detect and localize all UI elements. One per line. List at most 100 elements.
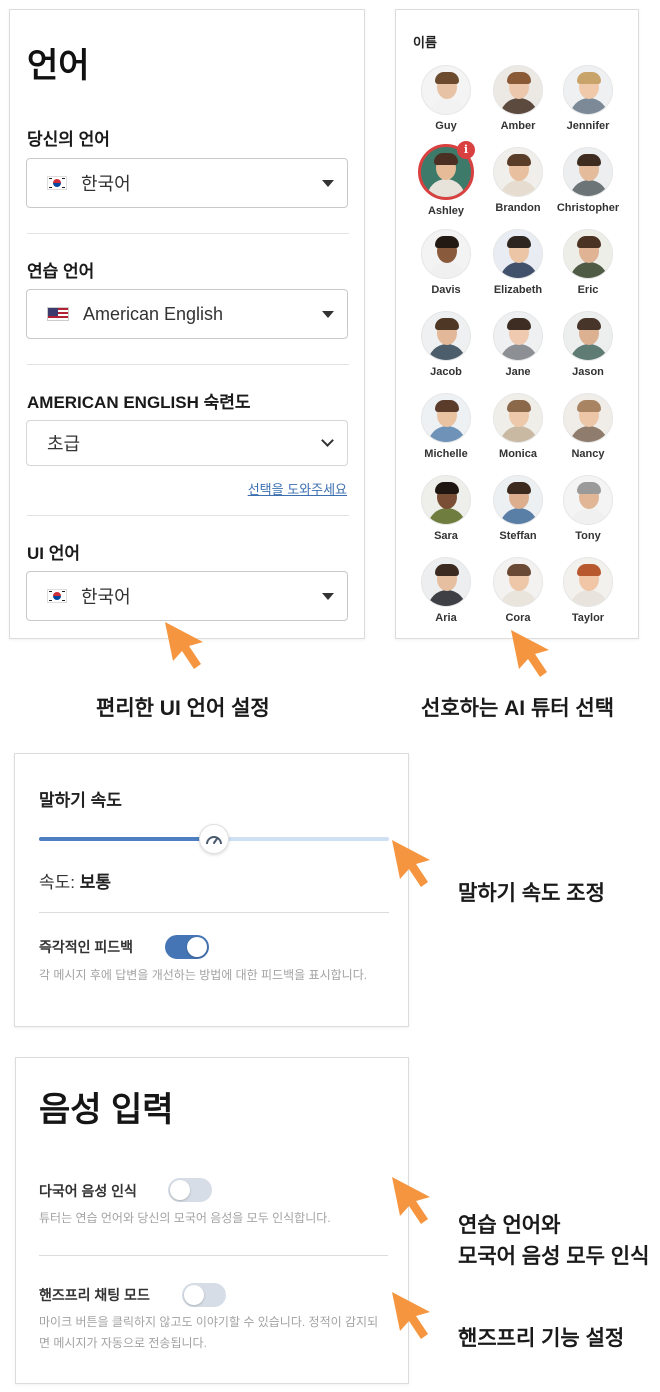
ui-language-select[interactable]: 한국어 — [26, 571, 348, 621]
tutor-avatar — [493, 147, 543, 197]
tutor-card[interactable]: Christopher — [553, 147, 623, 214]
pointer-arrow-icon — [392, 1177, 430, 1224]
tutor-card[interactable]: Davis — [411, 229, 481, 296]
tutor-avatar — [493, 475, 543, 525]
instant-feedback-description: 각 메시지 후에 답변을 개선하는 방법에 대한 피드백을 표시합니다. — [39, 968, 368, 982]
us-flag-icon — [47, 307, 69, 321]
tutor-name: Steffan — [499, 530, 537, 542]
speed-readout: 속도: 보통 — [39, 868, 111, 893]
tutor-name: Aria — [435, 612, 457, 624]
divider — [39, 1255, 388, 1256]
tutor-avatar — [563, 147, 613, 197]
help-choose-link[interactable]: 선택을 도와주세요 — [248, 479, 347, 498]
tutor-name: Davis — [431, 284, 461, 296]
your-language-label: 당신의 언어 — [27, 130, 110, 149]
tutor-card[interactable]: Jennifer — [553, 65, 623, 132]
tutor-name: Jennifer — [566, 120, 610, 132]
tutor-card[interactable]: Jacob — [411, 311, 481, 378]
proficiency-select[interactable]: 초급 — [26, 420, 348, 466]
instant-feedback-label: 즉각적인 피드백 — [39, 939, 134, 955]
speed-readout-label: 속도: — [39, 873, 76, 892]
tutor-avatar — [421, 311, 471, 361]
chevron-down-icon — [321, 434, 334, 447]
tutor-name: Elizabeth — [493, 284, 543, 296]
tutor-name: Michelle — [424, 448, 468, 460]
caption-dual-recognition-line2: 모국어 음성 모두 인식 — [458, 1245, 650, 1268]
tutor-avatar — [493, 311, 543, 361]
speech-speed-title: 말하기 속도 — [39, 791, 122, 810]
speedometer-icon — [206, 836, 222, 845]
tutor-avatar — [421, 475, 471, 525]
caption-dual-recognition-line1: 연습 언어와 — [458, 1214, 561, 1237]
multilingual-recognition-label: 다국어 음성 인식 — [39, 1183, 137, 1199]
tutor-card[interactable]: Sara — [411, 475, 481, 542]
tutor-card[interactable]: Amber — [483, 65, 553, 132]
info-badge-icon[interactable]: i — [457, 141, 475, 159]
toggle-knob — [184, 1285, 204, 1305]
tutor-name: Brandon — [495, 202, 541, 214]
tutor-name: Christopher — [556, 202, 620, 214]
tutor-name: Tony — [575, 530, 601, 542]
tutor-card[interactable]: Michelle — [411, 393, 481, 460]
tutor-name: Amber — [500, 120, 536, 132]
pointer-arrow-icon — [511, 630, 549, 677]
practice-language-select[interactable]: American English — [26, 289, 348, 339]
tutor-card[interactable]: Cora — [483, 557, 553, 624]
tutor-avatar — [493, 229, 543, 279]
tutor-avatar — [563, 393, 613, 443]
tutor-selection-panel: 이름 Guy Amber Jennifer i Ashley Brandon Christo… — [395, 9, 639, 639]
tutor-card[interactable]: Taylor — [553, 557, 623, 624]
tutor-name: Jane — [505, 366, 531, 378]
tutor-card[interactable]: Eric — [553, 229, 623, 296]
tutor-avatar — [421, 557, 471, 607]
multilingual-recognition-toggle[interactable] — [168, 1178, 212, 1202]
voice-input-panel: 음성 입력 다국어 음성 인식 튜터는 연습 언어와 당신의 모국어 음성을 모… — [15, 1057, 409, 1384]
tutor-name: Sara — [434, 530, 458, 542]
tutor-card[interactable]: Elizabeth — [483, 229, 553, 296]
handsfree-mode-toggle[interactable] — [182, 1283, 226, 1307]
tutor-avatar — [563, 475, 613, 525]
tutor-card[interactable]: Nancy — [553, 393, 623, 460]
tutor-name: Jason — [572, 366, 604, 378]
caption-speed-adjust: 말하기 속도 조정 — [458, 882, 605, 905]
tutor-avatar — [563, 229, 613, 279]
kr-flag-icon — [47, 589, 67, 603]
voice-input-title: 음성 입력 — [39, 1091, 174, 1129]
your-language-select[interactable]: 한국어 — [26, 158, 348, 208]
speed-slider-thumb[interactable] — [199, 824, 229, 854]
toggle-knob — [187, 937, 207, 957]
divider — [39, 912, 389, 913]
caption-tutor-select: 선호하는 AI 튜터 선택 — [421, 697, 615, 720]
language-panel-title: 언어 — [27, 47, 90, 85]
tutor-avatar — [421, 229, 471, 279]
tutor-card[interactable]: i Ashley — [411, 141, 481, 217]
speech-speed-panel: 말하기 속도 속도: 보통 즉각적인 피드백 각 메시지 후에 답변을 개선하는… — [14, 753, 409, 1027]
tutor-card[interactable]: Steffan — [483, 475, 553, 542]
tutor-card[interactable]: Guy — [411, 65, 481, 132]
proficiency-label: AMERICAN ENGLISH 숙련도 — [27, 393, 251, 412]
tutor-card[interactable]: Tony — [553, 475, 623, 542]
tutor-avatar — [563, 65, 613, 115]
language-settings-panel: 언어 당신의 언어 한국어 연습 언어 American English AME… — [9, 9, 365, 639]
tutor-avatar — [421, 65, 471, 115]
practice-language-value: American English — [83, 303, 224, 324]
caption-handsfree: 핸즈프리 기능 설정 — [458, 1327, 625, 1350]
caret-down-icon — [322, 180, 334, 187]
tutor-name: Guy — [435, 120, 457, 132]
tutor-name: Nancy — [571, 448, 605, 460]
caret-down-icon — [322, 593, 334, 600]
tutor-card[interactable]: Jane — [483, 311, 553, 378]
tutor-panel-heading: 이름 — [413, 35, 437, 50]
tutor-card[interactable]: Aria — [411, 557, 481, 624]
instant-feedback-toggle[interactable] — [165, 935, 209, 959]
tutor-card[interactable]: Brandon — [483, 147, 553, 214]
tutor-card[interactable]: Jason — [553, 311, 623, 378]
tutor-name: Jacob — [430, 366, 462, 378]
tutor-name: Ashley — [427, 205, 465, 217]
speed-slider[interactable] — [39, 824, 389, 854]
divider — [27, 364, 349, 365]
divider — [27, 515, 349, 516]
speed-readout-value: 보통 — [79, 873, 112, 892]
tutor-card[interactable]: Monica — [483, 393, 553, 460]
ui-language-label: UI 언어 — [27, 544, 81, 563]
